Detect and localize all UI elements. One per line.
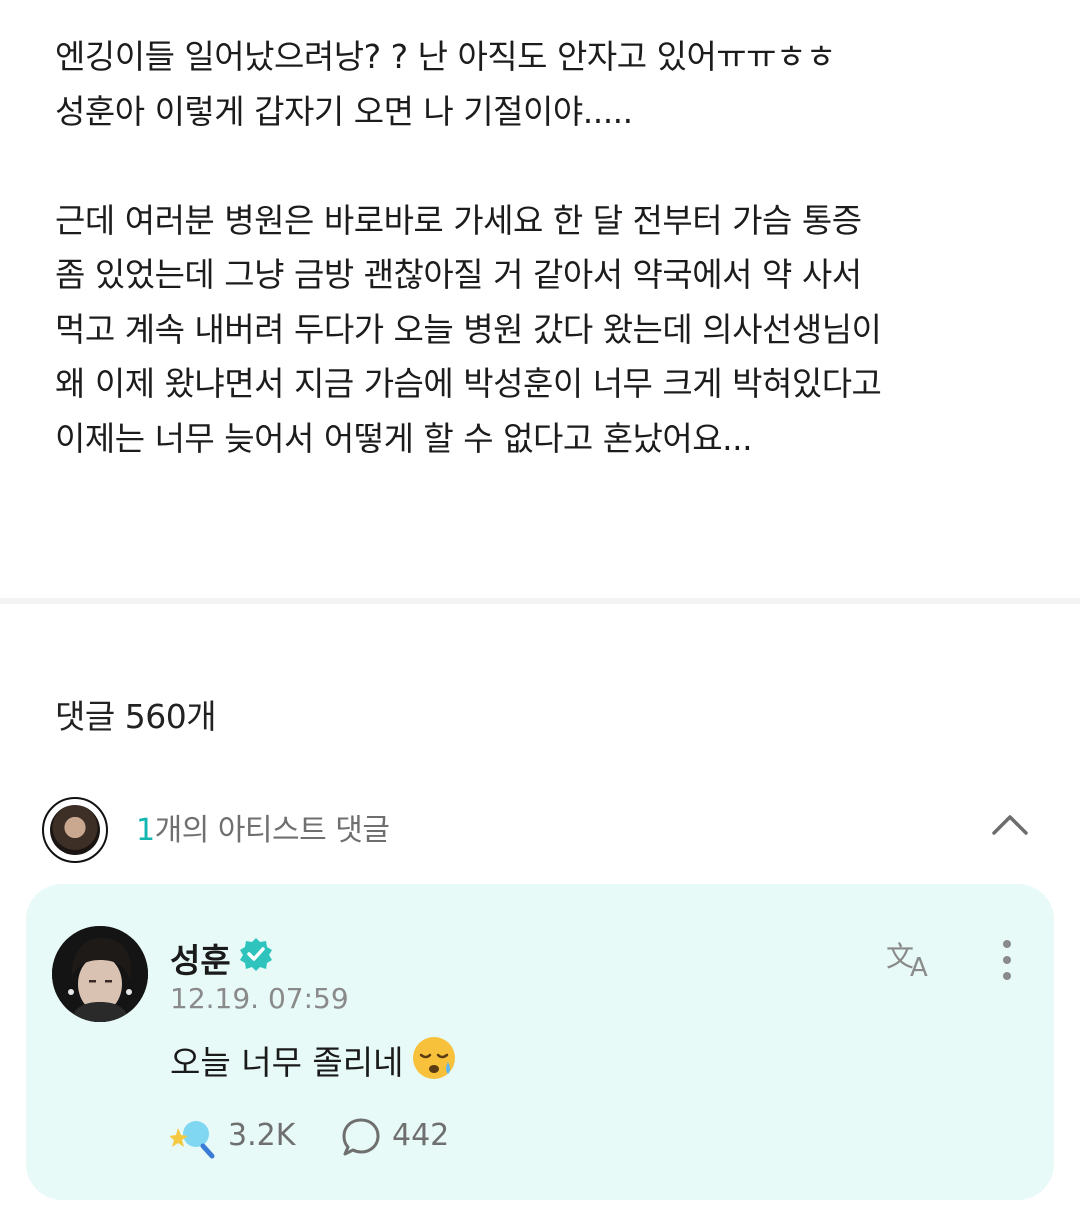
comment-text: 오늘 너무 졸리네 <box>170 1043 404 1082</box>
sleepy-face-emoji <box>413 1037 455 1079</box>
post-line: 근데 여러분 병원은 바로바로 가세요 한 달 전부터 가슴 통증 <box>55 200 862 240</box>
comment-author[interactable]: 성훈 <box>170 934 231 982</box>
post-line: 왜 이제 왔냐면서 지금 가슴에 박성훈이 너무 크게 박혀있다고 <box>55 364 882 403</box>
post-body: 엔깅이들 일어났으려낭? ? 난 아직도 안자고 있어ㅠㅠㅎㅎ 성훈아 이렇게 … <box>55 30 1045 466</box>
post-line: 엔깅이들 일어났으려낭? ? 난 아직도 안자고 있어ㅠㅠㅎㅎ <box>55 37 836 76</box>
post-line: 좀 있었는데 그냥 금방 괜찮아질 거 같아서 약국에서 약 사서 <box>55 255 862 294</box>
avatar-photo <box>52 926 148 1022</box>
like-count: 3.2K <box>228 1118 296 1153</box>
reply-count: 442 <box>392 1118 450 1153</box>
artist-comment-text: 개의 아티스트 댓글 <box>154 813 390 848</box>
post-line: 먹고 계속 내버려 두다가 오늘 병원 갔다 왔는데 의사선생님이 <box>55 309 882 349</box>
more-vertical-icon[interactable] <box>992 936 1022 984</box>
artist-comment-card: 성훈 12.19. 07:59 文 A 오늘 너무 졸리네 3.2K 442 <box>26 884 1054 1200</box>
comment-count: 댓글 560개 <box>55 697 217 736</box>
post-line: 성훈아 이렇게 갑자기 오면 나 기절이야..... <box>55 91 633 131</box>
like-sparkle-icon[interactable] <box>170 1116 218 1160</box>
comment-stats: 3.2K 442 <box>170 1114 570 1160</box>
avatar-photo <box>50 805 100 855</box>
comment-timestamp: 12.19. 07:59 <box>170 982 349 1015</box>
artist-comment-count: 1 <box>136 813 155 848</box>
verified-icon <box>240 938 272 971</box>
translate-icon[interactable]: 文 A <box>886 936 942 980</box>
artist-comments-label: 1개의 아티스트 댓글 <box>136 805 390 849</box>
reply-bubble-icon[interactable] <box>340 1116 382 1158</box>
section-divider <box>0 598 1080 604</box>
avatar[interactable] <box>52 926 148 1022</box>
artist-comments-toggle[interactable]: 1개의 아티스트 댓글 <box>42 797 1042 863</box>
svg-text:A: A <box>910 953 928 980</box>
artist-avatar-small <box>42 797 108 863</box>
chevron-up-icon[interactable] <box>988 803 1032 847</box>
post-line: 이제는 너무 늦어서 어떻게 할 수 없다고 혼났어요... <box>55 418 753 458</box>
